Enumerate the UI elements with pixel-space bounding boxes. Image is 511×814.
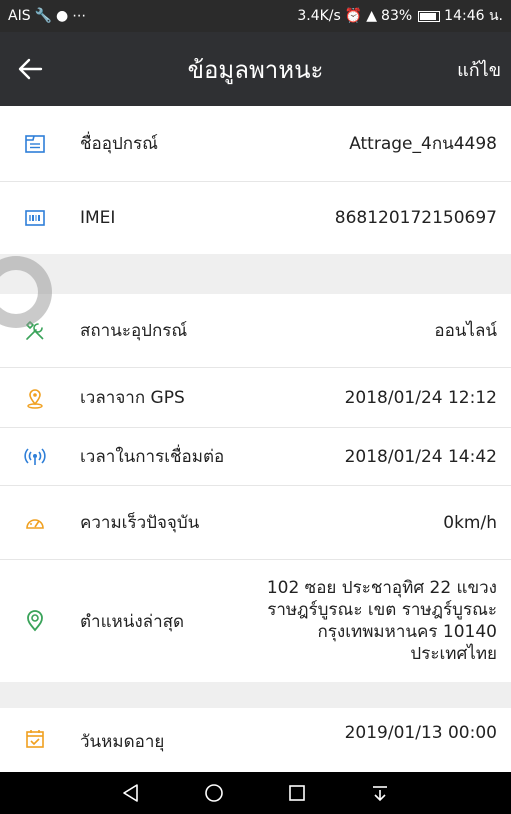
section-divider [0, 682, 511, 708]
square-recents-icon [289, 785, 305, 801]
device-name-row[interactable]: ชื่ออุปกรณ์ Attrage_4กน4498 [0, 106, 511, 182]
antenna-icon [22, 444, 48, 470]
imei-value: 868120172150697 [334, 208, 497, 228]
clock: 14:46 น. [444, 8, 503, 24]
wrench-icon: 🔧 [34, 8, 53, 24]
edit-button[interactable]: แก้ไข [457, 55, 501, 84]
status-group: สถานะอุปกรณ์ ออนไลน์ เวลาจาก GPS 2018/01… [0, 294, 511, 682]
device-status-row[interactable]: สถานะอุปกรณ์ ออนไลน์ [0, 294, 511, 368]
arrow-left-icon [18, 58, 43, 80]
expiry-value: 2019/01/13 00:00 [344, 723, 497, 743]
current-speed-row[interactable]: ความเร็วปัจจุบัน 0km/h [0, 486, 511, 560]
back-button[interactable] [0, 32, 60, 106]
nav-back-button[interactable] [113, 775, 149, 811]
network-speed: 3.4K/s [297, 8, 341, 24]
list-file-icon [22, 131, 48, 157]
triangle-back-icon [123, 784, 139, 802]
app-bar: ข้อมูลพาหนะ แก้ไข [0, 32, 511, 106]
gps-time-row[interactable]: เวลาจาก GPS 2018/01/24 12:12 [0, 368, 511, 428]
status-bar: AIS 🔧 ● ⋯ 3.4K/s ⏰ ▲ 83% 14:46 น. [0, 0, 511, 32]
status-right: 3.4K/s ⏰ ▲ 83% 14:46 น. [297, 5, 503, 27]
imei-row[interactable]: IMEI 868120172150697 [0, 182, 511, 254]
nav-recents-button[interactable] [279, 775, 315, 811]
status-left: AIS 🔧 ● ⋯ [8, 8, 86, 24]
address-line: 102 ซอย ประชาอุทิศ 22 แขวง [266, 578, 497, 598]
device-name-value: Attrage_4กน4498 [349, 133, 497, 154]
section-divider [0, 254, 511, 294]
nav-notifications-button[interactable] [362, 775, 398, 811]
last-location-label: ตำแหน่งล่าสุด [80, 611, 185, 632]
expiry-label: วันหมดอายุ [80, 732, 165, 752]
calendar-icon [22, 726, 48, 752]
expiry-group: วันหมดอายุ 2019/01/13 00:00 [0, 708, 511, 772]
expiry-row[interactable]: วันหมดอายุ 2019/01/13 00:00 [0, 708, 511, 772]
map-pin-icon [22, 608, 48, 634]
device-status-label: สถานะอุปกรณ์ [80, 321, 188, 341]
circle-home-icon [205, 784, 223, 802]
address-line: กรุงเทพมหานคร 10140 [317, 622, 497, 642]
page-title: ข้อมูลพาหนะ [187, 55, 324, 84]
connection-time-row[interactable]: เวลาในการเชื่อมต่อ 2018/01/24 14:42 [0, 428, 511, 486]
imei-label: IMEI [80, 208, 116, 228]
address-line: ราษฎร์บูรณะ เขต ราษฎร์บูรณะ [267, 600, 497, 620]
last-location-row[interactable]: ตำแหน่งล่าสุด 102 ซอย ประชาอุทิศ 22 แขวง… [0, 560, 511, 682]
barcode-icon [22, 205, 48, 231]
address-line: ประเทศไทย [410, 644, 497, 664]
chat-icon: ● [56, 8, 69, 24]
location-pin-icon [22, 385, 48, 411]
nav-home-button[interactable] [196, 775, 232, 811]
device-group: ชื่ออุปกรณ์ Attrage_4กน4498 IMEI 8681201… [0, 106, 511, 254]
signal-icon: ▲ [366, 8, 378, 24]
system-nav-bar [0, 772, 511, 814]
battery-percent: 83% [381, 8, 413, 24]
pull-down-icon [372, 786, 387, 802]
connection-time-label: เวลาในการเชื่อมต่อ [80, 447, 225, 467]
device-status-value: ออนไลน์ [434, 320, 497, 341]
speedometer-icon [22, 510, 48, 536]
more-icon: ⋯ [72, 8, 87, 24]
last-location-value: 102 ซอย ประชาอุทิศ 22 แขวง ราษฎร์บูรณะ เ… [267, 577, 497, 665]
connection-time-value: 2018/01/24 14:42 [344, 446, 497, 467]
gps-time-value: 2018/01/24 12:12 [344, 387, 497, 408]
alarm-icon: ⏰ [344, 8, 363, 24]
carrier-label: AIS [8, 8, 31, 24]
device-name-label: ชื่ออุปกรณ์ [80, 134, 158, 154]
current-speed-value: 0km/h [443, 512, 497, 533]
battery-icon [418, 10, 441, 22]
gps-time-label: เวลาจาก GPS [80, 388, 185, 408]
vehicle-info-list[interactable]: ชื่ออุปกรณ์ Attrage_4กน4498 IMEI 8681201… [0, 106, 511, 772]
current-speed-label: ความเร็วปัจจุบัน [80, 513, 200, 533]
